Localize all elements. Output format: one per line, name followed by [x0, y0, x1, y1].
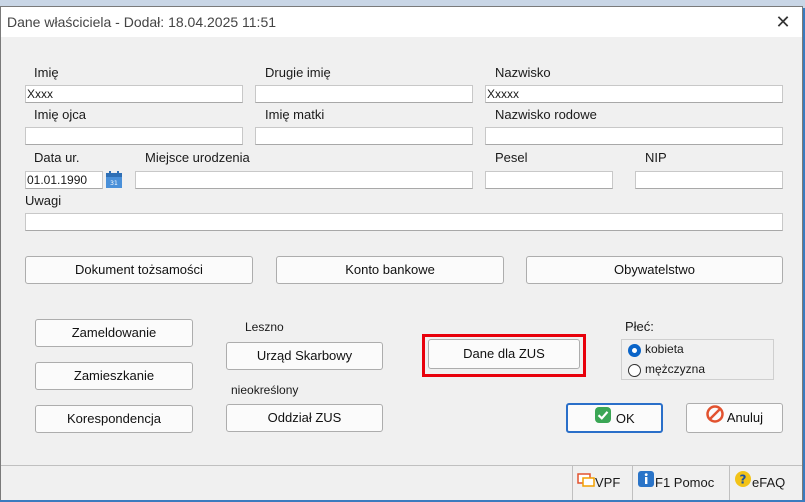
nazwisko-rodowe-field[interactable] — [485, 127, 783, 145]
info-icon — [637, 467, 655, 501]
kobieta-label: kobieta — [645, 342, 684, 356]
imie-ojca-field[interactable] — [25, 127, 243, 145]
calendar-icon[interactable]: 31 — [105, 171, 123, 189]
uwagi-field[interactable] — [25, 213, 783, 231]
dokument-tozsamosci-button[interactable]: Dokument tożsamości — [25, 256, 253, 284]
efaq-button[interactable]: ? eFAQ — [729, 466, 802, 500]
check-icon — [594, 406, 612, 434]
konto-bankowe-button[interactable]: Konto bankowe — [276, 256, 504, 284]
cancel-icon — [706, 404, 724, 433]
drugie-imie-label: Drugie imię — [265, 65, 331, 80]
nazwisko-field[interactable]: Xxxxx — [485, 85, 783, 103]
nip-label: NIP — [645, 150, 667, 165]
efaq-label: eFAQ — [752, 475, 786, 490]
ok-label: OK — [615, 411, 635, 426]
korespondencja-button[interactable]: Korespondencja — [35, 405, 193, 433]
zamieszkanie-button[interactable]: Zamieszkanie — [35, 362, 193, 390]
zameldowanie-button[interactable]: Zameldowanie — [35, 319, 193, 347]
imie-field[interactable]: Xxxx — [25, 85, 243, 103]
imie-ojca-label: Imię ojca — [34, 107, 87, 122]
ok-button[interactable]: OK — [566, 403, 663, 433]
close-icon[interactable]: ✕ — [772, 11, 794, 33]
data-ur-field[interactable]: 01.01.1990 — [25, 171, 103, 189]
obywatelstwo-button[interactable]: Obywatelstwo — [526, 256, 783, 284]
mezczyzna-label: mężczyzna — [645, 362, 706, 376]
vpf-button[interactable]: VPF — [572, 466, 632, 500]
pesel-label: Pesel — [495, 150, 528, 165]
pomoc-label: F1 Pomoc — [655, 475, 715, 490]
svg-text:?: ? — [740, 472, 747, 486]
oddzial-zus-button[interactable]: Oddział ZUS — [226, 404, 383, 432]
urzad-skarbowy-button[interactable]: Urząd Skarbowy — [226, 342, 383, 370]
miejsce-urodzenia-field[interactable] — [135, 171, 473, 189]
radio-kobieta[interactable] — [628, 344, 641, 357]
dane-dla-zus-button[interactable]: Dane dla ZUS — [428, 339, 580, 369]
dialog-window: Dane właściciela - Dodał: 18.04.2025 11:… — [0, 6, 803, 500]
nip-field[interactable] — [635, 171, 783, 189]
pesel-field[interactable] — [485, 171, 613, 189]
imie-matki-label: Imię matki — [265, 107, 325, 122]
title-bar: Dane właściciela - Dodał: 18.04.2025 11:… — [1, 7, 802, 37]
imie-label: Imię — [34, 65, 59, 80]
imie-matki-field[interactable] — [255, 127, 473, 145]
f1-pomoc-button[interactable]: F1 Pomoc — [632, 466, 729, 500]
drugie-imie-field[interactable] — [255, 85, 473, 103]
help-icon: ? — [734, 467, 752, 501]
miejsce-urodzenia-label: Miejsce urodzenia — [145, 150, 250, 165]
anuluj-button[interactable]: Anuluj — [686, 403, 783, 433]
oddzial-zus-value: nieokreślony — [231, 383, 299, 397]
anuluj-label: Anuluj — [726, 410, 764, 425]
plec-label: Płeć: — [625, 319, 654, 334]
svg-text:31: 31 — [110, 180, 118, 187]
vpf-icon — [577, 467, 595, 501]
data-ur-label: Data ur. — [34, 150, 80, 165]
vpf-label: VPF — [595, 475, 621, 490]
status-bar: VPF F1 Pomoc ? eFAQ — [1, 465, 802, 500]
nazwisko-rodowe-label: Nazwisko rodowe — [495, 107, 597, 122]
nazwisko-label: Nazwisko — [495, 65, 551, 80]
radio-mezczyzna[interactable] — [628, 364, 641, 377]
window-title: Dane właściciela - Dodał: 18.04.2025 11:… — [7, 14, 277, 30]
urzad-skarbowy-value: Leszno — [245, 320, 284, 334]
uwagi-label: Uwagi — [25, 193, 62, 208]
